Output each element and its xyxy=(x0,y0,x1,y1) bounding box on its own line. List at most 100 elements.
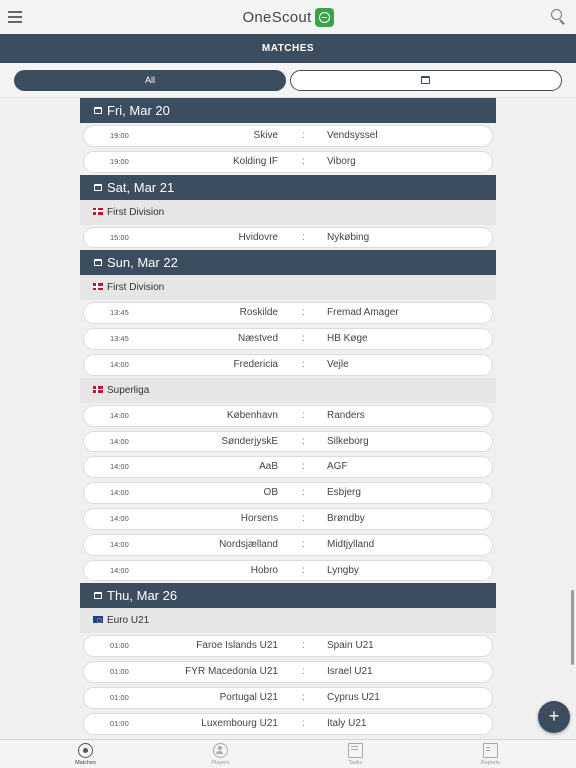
match-item[interactable]: 13:45 Næstved: HB Køge xyxy=(83,328,493,350)
home-team: Luxembourg U21 xyxy=(201,717,278,729)
match-item[interactable]: 14:00 Fredericia: Vejle xyxy=(83,353,493,376)
add-button[interactable]: + xyxy=(538,701,570,733)
match-time: 15:00 xyxy=(110,232,129,242)
day-header: Thu, Mar 26 xyxy=(80,583,496,609)
match-time: 01:00 xyxy=(110,667,129,677)
away-team: Brøndby xyxy=(327,512,365,524)
tab-label: Tasks xyxy=(348,760,363,766)
score-separator: : xyxy=(302,130,305,141)
match-item[interactable]: 19:00 Skive: Vendsyssel xyxy=(83,125,493,147)
match-row: 15:00 Hvidovre: Nykøbing xyxy=(80,225,496,251)
match-item[interactable]: 01:00 Faroe Islands U21: Spain U21 xyxy=(83,635,493,658)
away-team: Israel U21 xyxy=(327,666,373,678)
match-time: 19:00 xyxy=(110,156,129,166)
tab-matches[interactable]: Matches xyxy=(18,740,153,768)
league-header: Superliga xyxy=(80,377,496,403)
score-separator: : xyxy=(302,409,305,421)
tab-label: Matches xyxy=(75,760,96,766)
match-item[interactable]: 14:00 Horsens: Brøndby xyxy=(83,507,493,530)
away-team: Viborg xyxy=(327,155,356,167)
match-item[interactable]: 14:00 OB: Esbjerg xyxy=(83,482,493,504)
home-team: Hvidovre xyxy=(238,231,278,243)
score-separator: : xyxy=(302,640,305,652)
match-list-scroll[interactable]: Fri, Mar 20 19:00 Skive: Vendsyssel 19:00 Kol… xyxy=(0,98,576,739)
calendar-icon xyxy=(94,183,102,191)
match-row: 01:00 FYR Macedonia U21: Israel U21 xyxy=(80,659,496,685)
match-time: 13:45 xyxy=(110,308,129,318)
match-row: 19:00 Skive: Vendsyssel xyxy=(80,123,496,149)
match-item[interactable]: 14:00 Hobro: Lyngby xyxy=(83,559,493,582)
tab-bar: Matches Players Tasks Reports xyxy=(0,739,576,768)
score-separator: : xyxy=(302,666,305,678)
match-item[interactable]: 14:00 SønderjyskE: Silkeborg xyxy=(83,430,493,453)
search-icon[interactable] xyxy=(551,9,566,25)
match-item[interactable]: 01:00 Portugal U21: Cyprus U21 xyxy=(83,686,493,709)
match-item[interactable]: 19:00 Kolding IF: Viborg xyxy=(83,150,493,173)
match-item[interactable]: 01:00 Luxembourg U21: Italy U21 xyxy=(83,712,493,735)
eu-flag-icon xyxy=(93,616,103,624)
match-time: 14:00 xyxy=(110,565,129,575)
home-team: SønderjyskE xyxy=(221,435,278,447)
match-row: 14:00 Hobro: Lyngby xyxy=(80,558,496,584)
home-team: AaB xyxy=(259,461,278,473)
app-logo-icon xyxy=(314,8,334,27)
away-team: Midtjylland xyxy=(327,538,375,550)
league-header: First Division xyxy=(80,275,496,301)
match-time: 19:00 xyxy=(110,131,129,140)
match-time: 14:00 xyxy=(110,462,129,472)
soccer-ball-icon xyxy=(78,743,93,758)
page-title: MATCHES xyxy=(0,34,576,63)
filter-bar: All xyxy=(0,63,576,98)
match-time: 14:00 xyxy=(110,436,129,446)
away-team: Vendsyssel xyxy=(327,130,378,141)
home-team: Kolding IF xyxy=(232,155,278,167)
home-team: FYR Macedonia U21 xyxy=(185,666,278,678)
match-item[interactable]: 15:00 Hvidovre: Nykøbing xyxy=(83,226,493,249)
day-header: Sat, Mar 21 xyxy=(80,174,496,200)
score-separator: : xyxy=(302,231,305,243)
match-time: 14:00 xyxy=(110,513,129,523)
match-row: 14:00 SønderjyskE: Silkeborg xyxy=(80,429,496,455)
league-name: First Division xyxy=(107,206,165,218)
match-row: 19:00 Kolding IF: Viborg xyxy=(80,149,496,175)
day-label: Sat, Mar 21 xyxy=(107,179,175,195)
match-item[interactable]: 14:00 AaB: AGF xyxy=(83,456,493,479)
filter-all-button[interactable]: All xyxy=(14,70,286,91)
match-time: 01:00 xyxy=(110,692,129,702)
home-team: Fredericia xyxy=(233,358,278,370)
match-time: 01:00 xyxy=(110,718,129,728)
match-row: 14:00 København: Randers xyxy=(80,403,496,429)
away-team: Nykøbing xyxy=(327,231,370,243)
away-team: AGF xyxy=(327,461,348,473)
match-row: 14:00 AaB: AGF xyxy=(80,454,496,480)
match-item[interactable]: 14:00 Nordsjælland: Midtjylland xyxy=(83,533,493,556)
away-team: Spain U21 xyxy=(327,640,374,652)
away-team: Fremad Amager xyxy=(327,307,399,319)
away-team: Cyprus U21 xyxy=(327,691,380,703)
score-separator: : xyxy=(302,512,305,524)
match-item[interactable]: 13:45 Roskilde: Fremad Amager xyxy=(83,302,493,325)
scrollbar[interactable] xyxy=(571,590,574,665)
home-team: Roskilde xyxy=(239,307,278,319)
match-time: 14:00 xyxy=(110,410,129,420)
home-team: Hobro xyxy=(250,564,278,576)
calendar-icon xyxy=(94,592,102,600)
score-separator: : xyxy=(302,564,305,576)
match-time: 14:00 xyxy=(110,359,129,369)
match-row: 01:00 Portugal U21: Cyprus U21 xyxy=(80,685,496,711)
score-separator: : xyxy=(302,487,305,499)
filter-date-button[interactable] xyxy=(290,70,562,91)
tab-tasks[interactable]: Tasks xyxy=(288,740,423,768)
match-row: 14:00 Horsens: Brøndby xyxy=(80,506,496,532)
match-item[interactable]: 14:00 København: Randers xyxy=(83,404,493,427)
away-team: Randers xyxy=(327,409,365,421)
away-team: Vejle xyxy=(327,358,349,370)
score-separator: : xyxy=(302,155,305,167)
tab-reports[interactable]: Reports xyxy=(423,740,558,768)
away-team: Esbjerg xyxy=(327,487,361,499)
match-item[interactable]: 01:00 FYR Macedonia U21: Israel U21 xyxy=(83,661,493,683)
match-time: 01:00 xyxy=(110,641,129,651)
tab-players[interactable]: Players xyxy=(153,740,288,768)
top-bar: OneScout xyxy=(0,0,576,34)
score-separator: : xyxy=(302,691,305,703)
